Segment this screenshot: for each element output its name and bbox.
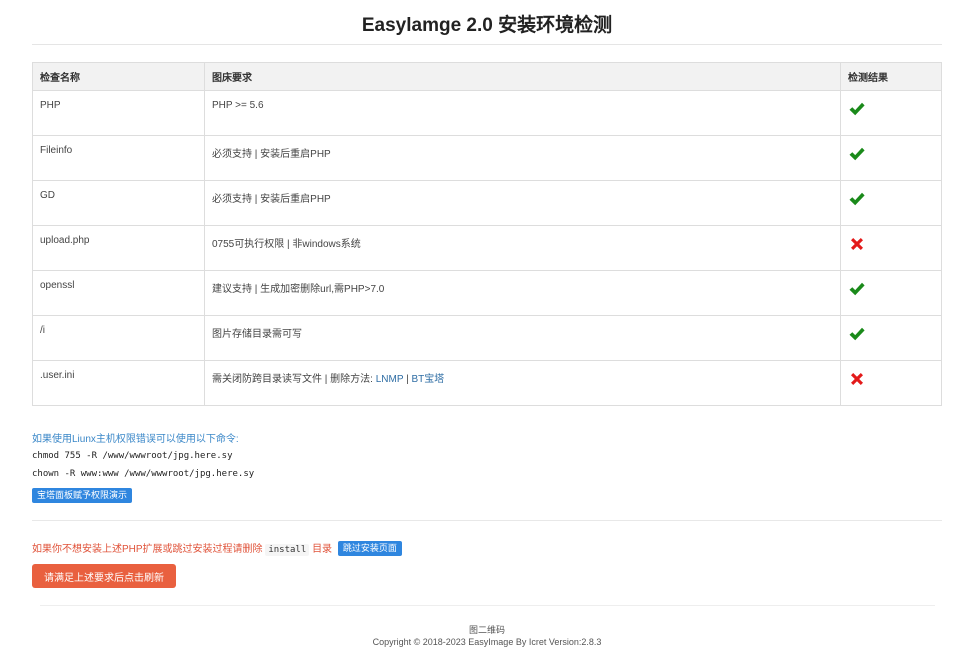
skip-install-button[interactable]: 跳过安装页面 — [337, 541, 402, 556]
table-row: Fileinfo 必须支持 | 安装后重启PHP — [32, 135, 942, 181]
linux-permission-note: 如果使用Liunx主机权限错误可以使用以下命令: — [32, 434, 239, 445]
table-row: /i 图片存储目录需可写 — [32, 315, 942, 361]
requirement-cell: 必须支持 | 安装后重启PHP — [204, 180, 841, 226]
requirement-text: 0755可执行权限 | 非windows系统 — [212, 239, 361, 250]
chown-command: chown -R www:www /www/wwwroot/jpg.here.s… — [32, 469, 255, 479]
check-icon — [849, 147, 865, 161]
requirement-text: PHP >= 5.6 — [212, 100, 264, 111]
result-cell — [840, 135, 942, 181]
check-name-cell: /i — [32, 315, 205, 361]
check-name-cell: openssl — [32, 270, 205, 316]
requirement-text: 图片存储目录需可写 — [212, 329, 302, 340]
help-link[interactable]: BT宝塔 — [411, 374, 444, 385]
check-name-cell: Fileinfo — [32, 135, 205, 181]
requirement-text: 建议支持 | 生成加密删除url,需PHP>7.0 — [212, 284, 385, 295]
result-cell — [840, 315, 942, 361]
check-icon — [849, 192, 865, 206]
chmod-command: chmod 755 -R /www/wwwroot/jpg.here.sy — [32, 451, 233, 461]
title-divider — [32, 44, 942, 45]
header-result: 检测结果 — [840, 62, 942, 91]
requirement-cell: 图片存储目录需可写 — [204, 315, 841, 361]
skip-install-text: 如果你不想安装上述PHP扩展或跳过安装过程请删除 — [32, 544, 263, 555]
header-requirement: 图床要求 — [204, 62, 841, 91]
check-icon — [849, 327, 865, 341]
check-rows: PHP PHP >= 5.6 Fileinfo 必须支持 | 安装后重启PHP GD 必须… — [32, 90, 942, 406]
cross-icon — [851, 373, 863, 385]
table-row: openssl 建议支持 | 生成加密删除url,需PHP>7.0 — [32, 270, 942, 316]
table-header-row: 检查名称 图床要求 检测结果 — [32, 62, 942, 91]
check-name-cell: upload.php — [32, 225, 205, 271]
requirement-cell: 建议支持 | 生成加密删除url,需PHP>7.0 — [204, 270, 841, 316]
table-row: upload.php 0755可执行权限 | 非windows系统 — [32, 225, 942, 271]
requirement-text: 必须支持 | 安装后重启PHP — [212, 194, 331, 205]
requirement-text: 需关闭防跨目录读写文件 | 删除方法: — [212, 374, 376, 385]
refresh-button[interactable]: 请满足上述要求后点击刷新 — [32, 564, 176, 588]
check-icon — [849, 282, 865, 296]
install-dir-code: install — [265, 544, 310, 556]
environment-check-table: 检查名称 图床要求 检测结果 PHP PHP >= 5.6 Fileinfo 必须支持… — [32, 62, 942, 406]
footer-divider — [40, 605, 935, 606]
skip-install-note: 如果你不想安装上述PHP扩展或跳过安装过程请删除 install 目录 跳过安装… — [32, 540, 402, 557]
result-cell — [840, 225, 942, 271]
check-name-cell: PHP — [32, 90, 205, 136]
help-link[interactable]: LNMP — [376, 374, 404, 385]
page-title: Easylamge 2.0 安装环境检测 — [361, 15, 613, 36]
requirement-cell: 0755可执行权限 | 非windows系统 — [204, 225, 841, 271]
qr-code-link[interactable]: 图二维码 — [0, 623, 974, 636]
requirement-text: 必须支持 | 安装后重启PHP — [212, 149, 331, 160]
result-cell — [840, 180, 942, 226]
requirement-cell: 必须支持 | 安装后重启PHP — [204, 135, 841, 181]
requirement-cell: 需关闭防跨目录读写文件 | 删除方法: LNMP | BT宝塔 — [204, 360, 841, 406]
table-row: .user.ini 需关闭防跨目录读写文件 | 删除方法: LNMP | BT宝塔 — [32, 360, 942, 406]
check-icon — [849, 102, 865, 116]
section-divider — [32, 520, 942, 521]
result-cell — [840, 90, 942, 136]
cross-icon — [851, 238, 863, 250]
check-name-cell: GD — [32, 180, 205, 226]
skip-install-suffix: 目录 — [312, 544, 333, 555]
bt-permission-demo-button[interactable]: 宝塔面板赋予权限演示 — [32, 488, 133, 503]
header-check-name: 检查名称 — [32, 62, 205, 91]
table-row: PHP PHP >= 5.6 — [32, 90, 942, 136]
requirement-cell: PHP >= 5.6 — [204, 90, 841, 136]
check-name-cell: .user.ini — [32, 360, 205, 406]
table-row: GD 必须支持 | 安装后重启PHP — [32, 180, 942, 226]
copyright-text: Copyright © 2018-2023 EasyImage By Icret… — [372, 637, 602, 647]
result-cell — [840, 360, 942, 406]
result-cell — [840, 270, 942, 316]
install-check-page: Easylamge 2.0 安装环境检测 检查名称 图床要求 检测结果 PHP P… — [0, 0, 974, 660]
